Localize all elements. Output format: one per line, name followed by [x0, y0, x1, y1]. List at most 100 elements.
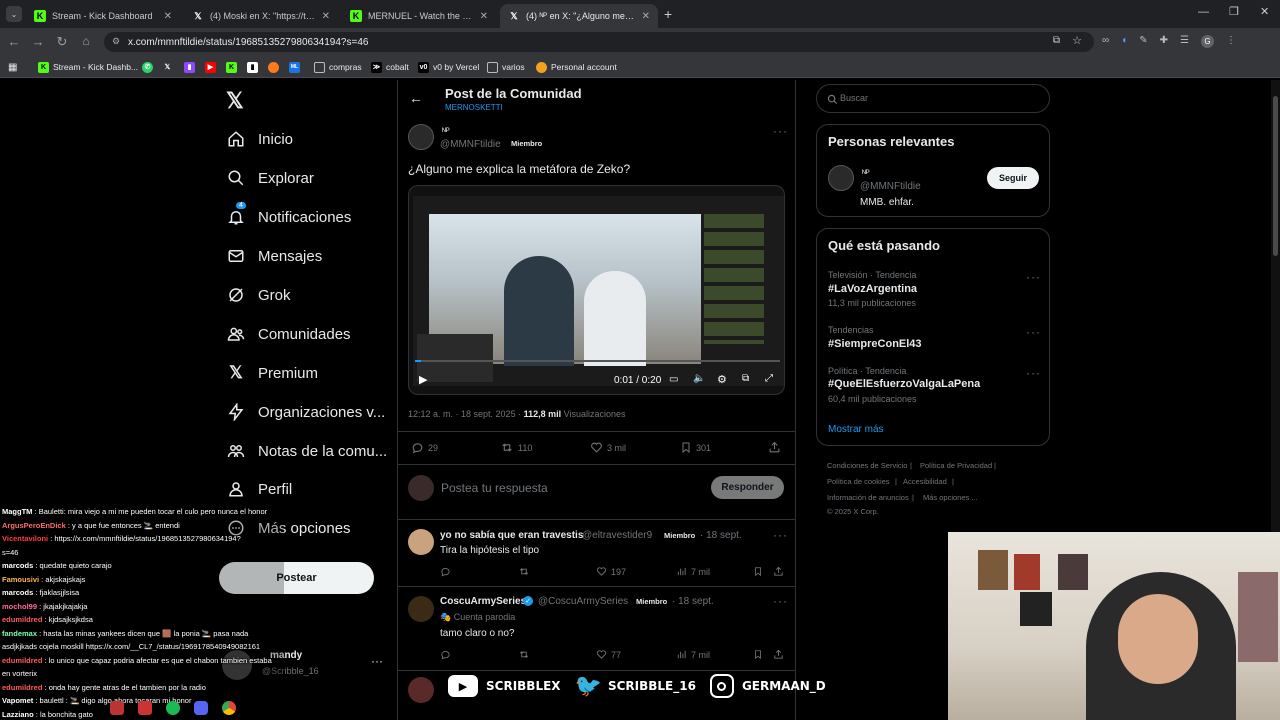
share-button[interactable] [773, 649, 788, 660]
reply-button[interactable]: 29 [411, 441, 438, 454]
more-icon[interactable]: ··· [1026, 325, 1041, 339]
scrollbar-thumb[interactable] [1273, 96, 1278, 256]
share-button[interactable] [768, 441, 785, 454]
tab-mosski-x[interactable]: 𝕏 (4) Moski en X: "https://t.co/Gr ✕ [184, 4, 338, 28]
bookmark-varios[interactable]: varios [487, 60, 525, 74]
bookmark-button[interactable] [753, 649, 767, 660]
sidebar-item-notas[interactable]: Notas de la comu... [226, 439, 387, 463]
close-icon[interactable]: ✕ [480, 11, 488, 22]
bookmark-kick[interactable]: K Stream - Kick Dashb... [38, 60, 138, 74]
minimize-button[interactable]: — [1198, 6, 1209, 18]
volume-icon[interactable]: 🔈 [693, 373, 705, 384]
bookmark-icon[interactable]: ▮ [247, 60, 262, 74]
like-button[interactable]: 3 mil [590, 441, 626, 454]
sidebar-item-grok[interactable]: Grok [226, 283, 291, 307]
footer-link[interactable]: Más opciones ... [923, 493, 978, 502]
site-info-icon[interactable]: ⚙ [112, 36, 120, 47]
post-author-handle[interactable]: @MMNFtildie [440, 139, 501, 150]
reply-author-handle[interactable]: @eltravestider9 [582, 530, 652, 541]
tab-search-button[interactable]: ⌄ [6, 6, 22, 22]
fullscreen-icon[interactable]: ⤢ [765, 373, 773, 384]
avatar[interactable] [408, 596, 434, 622]
sidebar-item-premium[interactable]: 𝕏 Premium [226, 361, 318, 385]
views-button[interactable]: 7 mil [676, 566, 710, 577]
repost-button[interactable] [518, 566, 534, 577]
avatar[interactable] [408, 529, 434, 555]
kick-icon[interactable]: K [226, 60, 241, 74]
sidebar-item-mensajes[interactable]: Mensajes [226, 244, 322, 268]
extension-icon[interactable]: ✎ [1139, 35, 1147, 49]
like-button[interactable]: 77 [596, 649, 621, 660]
sidebar-icon[interactable]: ☰ [1180, 35, 1189, 49]
trend-hashtag[interactable]: #QueElEsfuerzoValgaLaPena [828, 378, 980, 390]
sidebar-item-inicio[interactable]: Inicio [226, 127, 293, 151]
bookmark-v0[interactable]: v0 v0 by Vercel [418, 60, 479, 74]
sidebar-item-explorar[interactable]: Explorar [226, 166, 314, 190]
video-player[interactable]: ▶ 0:01 / 0:20 ▭ 🔈 ⚙ ⧉ ⤢ [408, 185, 785, 395]
more-icon[interactable]: ··· [773, 594, 788, 608]
discord-icon[interactable] [194, 701, 208, 715]
address-bar[interactable]: ⚙ x.com/mmnftildie/status/19685135279806… [104, 32, 1094, 52]
trend-hashtag[interactable]: #LaVozArgentina [828, 283, 917, 295]
community-link[interactable]: MERNOSKETTI [445, 103, 503, 112]
chrome-icon[interactable] [222, 701, 236, 715]
extension-icon[interactable]: ∞ [1102, 35, 1109, 49]
more-icon[interactable]: ··· [371, 654, 383, 668]
back-arrow-icon[interactable]: ← [409, 90, 423, 106]
video-progress[interactable] [415, 360, 780, 362]
bookmark-compras[interactable]: compras [314, 60, 362, 74]
app-icon[interactable] [110, 701, 124, 715]
x-logo-icon[interactable]: 𝕏 [226, 88, 244, 114]
menu-icon[interactable]: ⋮ [1226, 35, 1236, 49]
person-handle[interactable]: @MMNFtildie [860, 181, 921, 192]
avatar[interactable] [828, 165, 854, 191]
reply-button[interactable] [440, 649, 455, 660]
reply-author-handle[interactable]: @CoscuArmySeries [538, 596, 628, 607]
reload-icon[interactable]: ↻ [54, 34, 70, 50]
close-icon[interactable]: ✕ [164, 11, 172, 22]
bookmark-star-icon[interactable]: ☆ [1072, 34, 1082, 47]
tab-mernuel-vod[interactable]: K MERNUEL - Watch the VOD on ✕ [342, 4, 496, 28]
sidebar-item-perfil[interactable]: Perfil [226, 477, 292, 501]
profile-avatar[interactable]: G [1200, 35, 1214, 48]
tab-current-post[interactable]: 𝕏 (4) ᴺᴾ en X: "¿Alguno me explic ✕ [500, 4, 658, 28]
bookmark-button[interactable]: 301 [680, 441, 711, 454]
sidebar-item-comunidades[interactable]: Comunidades [226, 322, 351, 346]
footer-link[interactable]: Información de anuncios [827, 493, 909, 502]
more-icon[interactable]: ··· [1026, 270, 1041, 284]
youtube-icon[interactable]: ▶ [205, 60, 220, 74]
install-icon[interactable]: ⧉ [1053, 35, 1060, 46]
show-more-link[interactable]: Mostrar más [828, 424, 884, 435]
footer-link[interactable]: Política de cookies [827, 477, 890, 486]
captions-icon[interactable]: ▭ [669, 374, 678, 385]
puzzle-icon[interactable]: ✚ [1160, 35, 1168, 49]
back-arrow-icon[interactable]: ← [6, 34, 22, 49]
reply-button-submit[interactable]: Responder [711, 476, 784, 499]
bookmark-cobalt[interactable]: ≫ cobalt [371, 60, 409, 74]
share-button[interactable] [773, 566, 788, 577]
more-icon[interactable]: ··· [773, 124, 788, 138]
more-icon[interactable]: ··· [773, 528, 788, 542]
close-icon[interactable]: ✕ [322, 11, 330, 22]
repost-button[interactable] [518, 649, 534, 660]
home-icon[interactable]: ⌂ [78, 34, 94, 48]
footer-link[interactable]: Política de Privacidad [920, 461, 992, 470]
footer-link[interactable]: Condiciones de Servicio [827, 461, 907, 470]
reply-author-name[interactable]: CoscuArmySeries [440, 596, 526, 607]
restore-button[interactable]: ❐ [1229, 5, 1239, 18]
bookmark-button[interactable] [753, 566, 767, 577]
close-window-button[interactable]: ✕ [1260, 5, 1269, 18]
bookmark-icon[interactable] [268, 60, 283, 74]
play-icon[interactable]: ▶ [419, 373, 427, 386]
new-tab-button[interactable]: + [664, 6, 672, 22]
post-author-name[interactable]: ᴺᴾ [442, 126, 450, 136]
forward-arrow-icon[interactable]: → [30, 34, 46, 49]
sidebar-item-organizaciones[interactable]: Organizaciones v... [226, 400, 385, 424]
avatar[interactable] [408, 124, 434, 150]
views-button[interactable]: 7 mil [676, 649, 710, 660]
sidebar-item-notificaciones[interactable]: 4 Notificaciones [226, 202, 351, 229]
extension-icon[interactable]: ◖ [1121, 35, 1127, 49]
reply-author-name[interactable]: yo no sabía que eran travestis [440, 530, 583, 541]
settings-icon[interactable]: ⚙ [717, 373, 727, 386]
app-icon[interactable] [138, 701, 152, 715]
